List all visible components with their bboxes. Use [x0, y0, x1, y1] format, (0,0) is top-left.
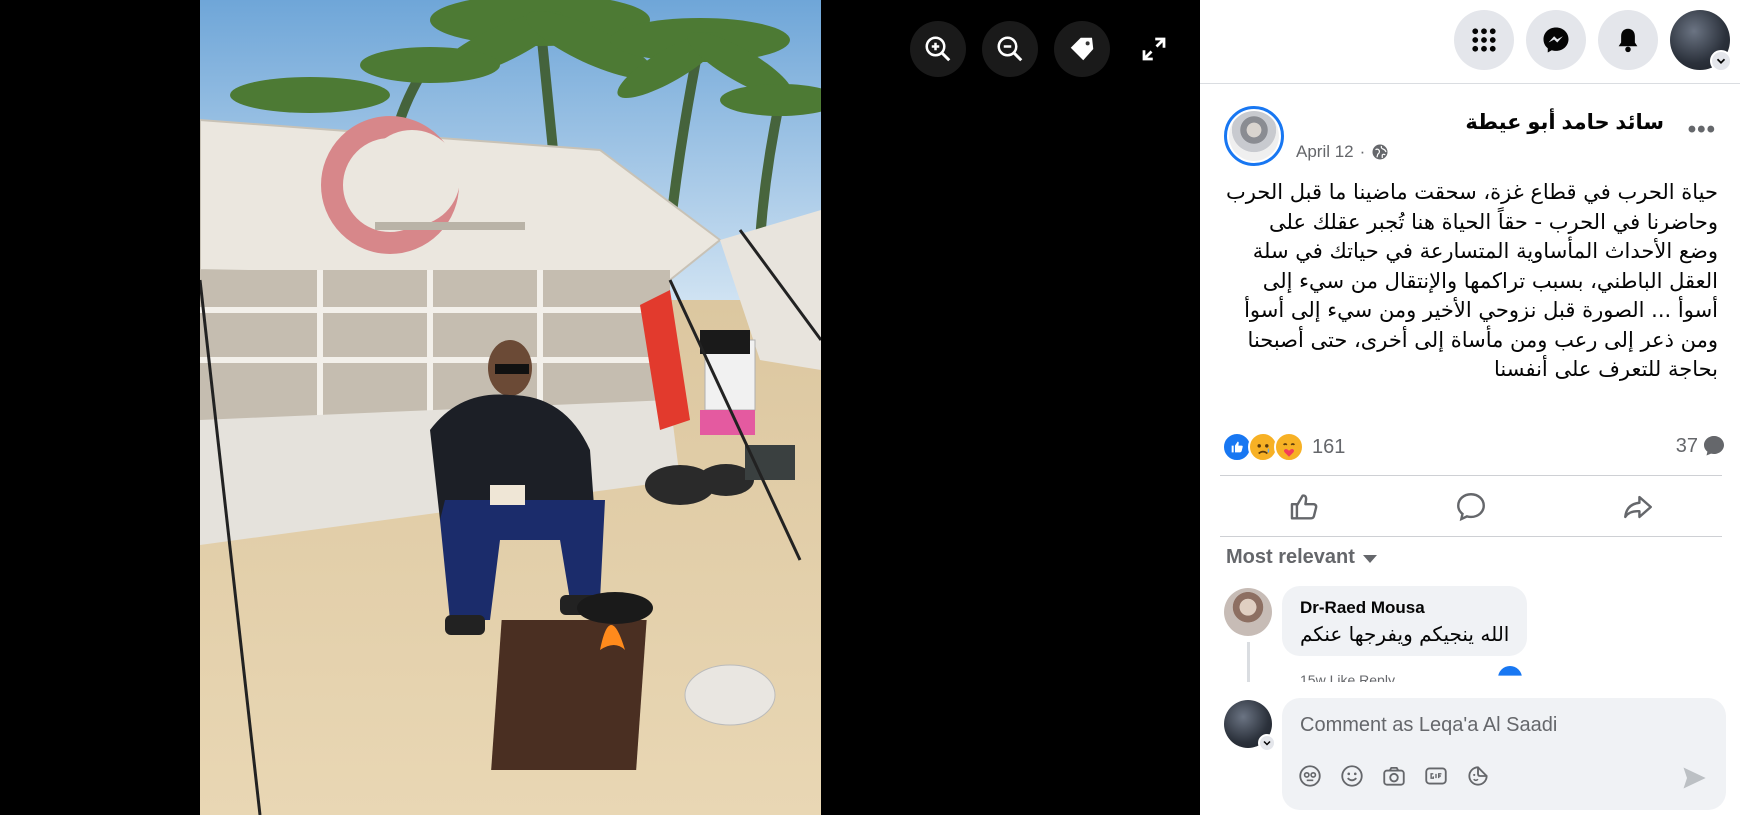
share-button[interactable] [1608, 484, 1668, 530]
send-icon[interactable] [1680, 764, 1708, 792]
comment-bubble-icon [1704, 436, 1724, 456]
author-photo [1229, 111, 1279, 161]
gif-icon [1425, 767, 1447, 785]
caret-down-icon [1362, 555, 1377, 563]
top-bar-icons [1454, 10, 1732, 72]
composer-avatar-chevron[interactable] [1258, 734, 1276, 752]
author-name[interactable]: سائد حامد أبو عيطة [1465, 110, 1664, 135]
post-options-button[interactable]: ••• [1688, 116, 1716, 144]
account-avatar[interactable] [1670, 10, 1732, 72]
reactions-bar: 161 37 [1222, 430, 1726, 466]
post-meta: April 12 · [1296, 142, 1389, 162]
post-actions [1220, 478, 1722, 536]
tag-button[interactable] [1054, 21, 1110, 77]
comment-sort-label: Most relevant [1226, 546, 1355, 568]
tag-icon [1070, 37, 1094, 61]
comment-composer [1224, 698, 1726, 810]
care-reaction-icon [1274, 432, 1304, 462]
zoom-out-icon [997, 36, 1023, 62]
comment-sort-dropdown[interactable]: Most relevant [1226, 546, 1377, 569]
author-avatar[interactable] [1224, 106, 1284, 166]
notifications-bell-icon [1618, 28, 1638, 53]
commenter-name[interactable]: Dr-Raed Mousa [1300, 598, 1509, 618]
gif-button[interactable] [1422, 762, 1450, 790]
comment-icon [1457, 493, 1485, 522]
thumbs-up-icon [1290, 494, 1318, 520]
composer-tools [1296, 762, 1492, 790]
fullscreen-icon [1142, 37, 1166, 61]
avatar-sticker-button[interactable] [1296, 762, 1324, 790]
messenger-icon [1543, 27, 1569, 53]
chevron-down-icon [1716, 58, 1726, 64]
viewer-toolbar [910, 21, 1182, 77]
composer-avatar[interactable] [1224, 700, 1276, 752]
emoji-button[interactable] [1338, 762, 1366, 790]
camera-button[interactable] [1380, 762, 1408, 790]
menu-grid-icon [1472, 28, 1496, 52]
chevron-down-icon [1263, 740, 1271, 746]
comment-box [1282, 698, 1726, 810]
reply-thread-line [1247, 642, 1250, 682]
comment-bubble: Dr-Raed Mousa الله ينجيكم ويفرجها عنكم [1282, 586, 1528, 656]
notifications-button[interactable] [1598, 10, 1658, 70]
meta-separator: · [1359, 142, 1366, 161]
zoom-out-button[interactable] [982, 21, 1038, 77]
comment-count-number: 37 [1675, 434, 1698, 457]
account-menu-chevron[interactable] [1710, 50, 1732, 72]
sticker-button[interactable] [1464, 762, 1492, 790]
like-button[interactable] [1274, 484, 1334, 530]
post-date[interactable]: April 12 [1296, 142, 1354, 162]
comment-item: Dr-Raed Mousa الله ينجيكم ويفرجها عنكم 1… [1224, 586, 1726, 682]
comment-count[interactable]: 37 [1676, 434, 1726, 458]
comment-button[interactable] [1441, 484, 1501, 530]
post-photo[interactable] [200, 0, 821, 815]
reaction-count[interactable]: 161 [1312, 436, 1345, 459]
post-panel: سائد حامد أبو عيطة ••• April 12 · حياة ا… [1200, 0, 1740, 815]
menu-button[interactable] [1454, 10, 1514, 70]
share-icon [1624, 495, 1653, 519]
sticker-icon [1468, 766, 1488, 786]
zoom-in-button[interactable] [910, 21, 966, 77]
comment-like-badge [1498, 666, 1522, 676]
post-text: حياة الحرب في قطاع غزة، سحقت ماضينا ما ق… [1225, 180, 1718, 381]
globe-icon [1372, 144, 1388, 160]
reaction-icons[interactable] [1222, 432, 1304, 462]
comment-input[interactable] [1300, 714, 1680, 737]
avatar-sticker-icon [1299, 765, 1321, 787]
messenger-button[interactable] [1526, 10, 1586, 70]
top-bar [1200, 0, 1740, 84]
comment-footer[interactable]: 15w Like Reply [1300, 672, 1395, 682]
divider-bottom [1220, 536, 1722, 537]
divider-top [1220, 475, 1722, 476]
post-header: سائد حامد أبو عيطة ••• April 12 · [1224, 106, 1730, 170]
app-root: سائد حامد أبو عيطة ••• April 12 · حياة ا… [0, 0, 1740, 815]
fullscreen-button[interactable] [1126, 21, 1182, 77]
camera-icon [1383, 766, 1405, 786]
comment-text: الله ينجيكم ويفرجها عنكم [1300, 622, 1510, 646]
commenter-avatar[interactable] [1224, 588, 1272, 636]
emoji-icon [1341, 765, 1363, 787]
zoom-in-icon [925, 36, 951, 62]
photo-illustration [200, 0, 821, 815]
media-viewer [0, 0, 1200, 815]
